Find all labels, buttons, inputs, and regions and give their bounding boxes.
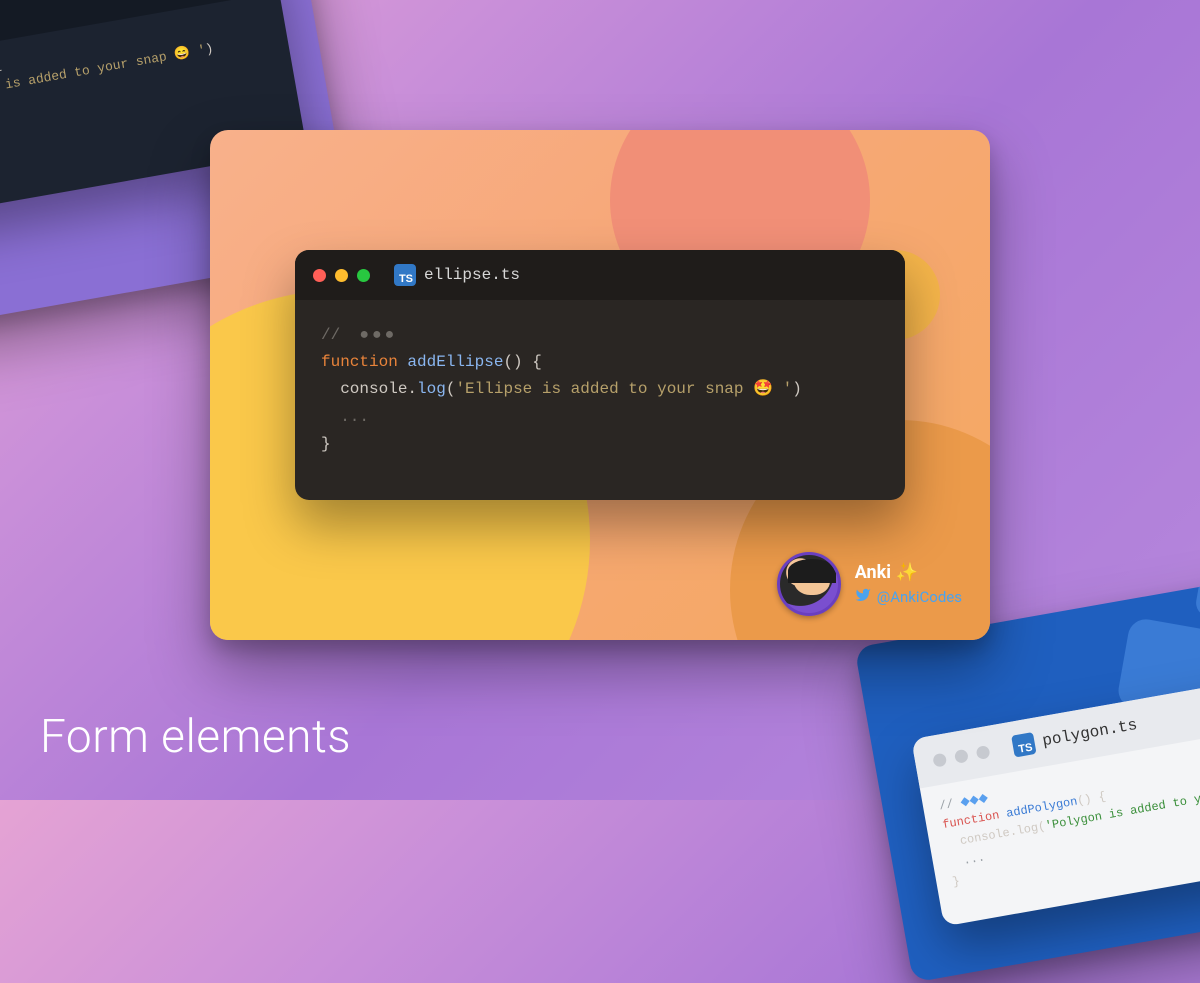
decorative-square-icon [1194, 557, 1200, 626]
file-badge: TS polygon.ts [1011, 714, 1139, 758]
traffic-dot-icon [975, 744, 990, 759]
file-name: ellipse.ts [424, 266, 520, 284]
window-traffic-lights [313, 269, 370, 282]
traffic-dot-icon [954, 748, 969, 763]
typescript-icon: TS [1011, 732, 1036, 757]
file-badge: TS ellipse.ts [394, 264, 520, 286]
maximize-icon[interactable] [357, 269, 370, 282]
author-handle[interactable]: @AnkiCodes [855, 587, 962, 607]
author-handle-text: @AnkiCodes [877, 588, 962, 606]
window-traffic-lights [932, 744, 990, 767]
traffic-dot-icon [932, 752, 947, 767]
editor-titlebar: TS ellipse.ts [295, 250, 905, 300]
code-body: // ●●● function addEllipse() { console.l… [295, 300, 905, 480]
author-name: Anki ✨ [855, 562, 962, 583]
editor-window-ellipse: TS ellipse.ts // ●●● function addEllipse… [295, 250, 905, 500]
file-name: polygon.ts [1041, 716, 1139, 750]
author-badge: Anki ✨ @AnkiCodes [777, 552, 962, 616]
minimize-icon[interactable] [335, 269, 348, 282]
twitter-icon [855, 587, 871, 607]
avatar[interactable] [777, 552, 841, 616]
snap-card-ellipse: TS ellipse.ts // ●●● function addEllipse… [210, 130, 990, 640]
page-title: Form elements [40, 710, 351, 764]
close-icon[interactable] [313, 269, 326, 282]
typescript-icon: TS [394, 264, 416, 286]
editor-window-polygon: TS polygon.ts // ◆◆◆ function addPolygon… [911, 665, 1200, 927]
